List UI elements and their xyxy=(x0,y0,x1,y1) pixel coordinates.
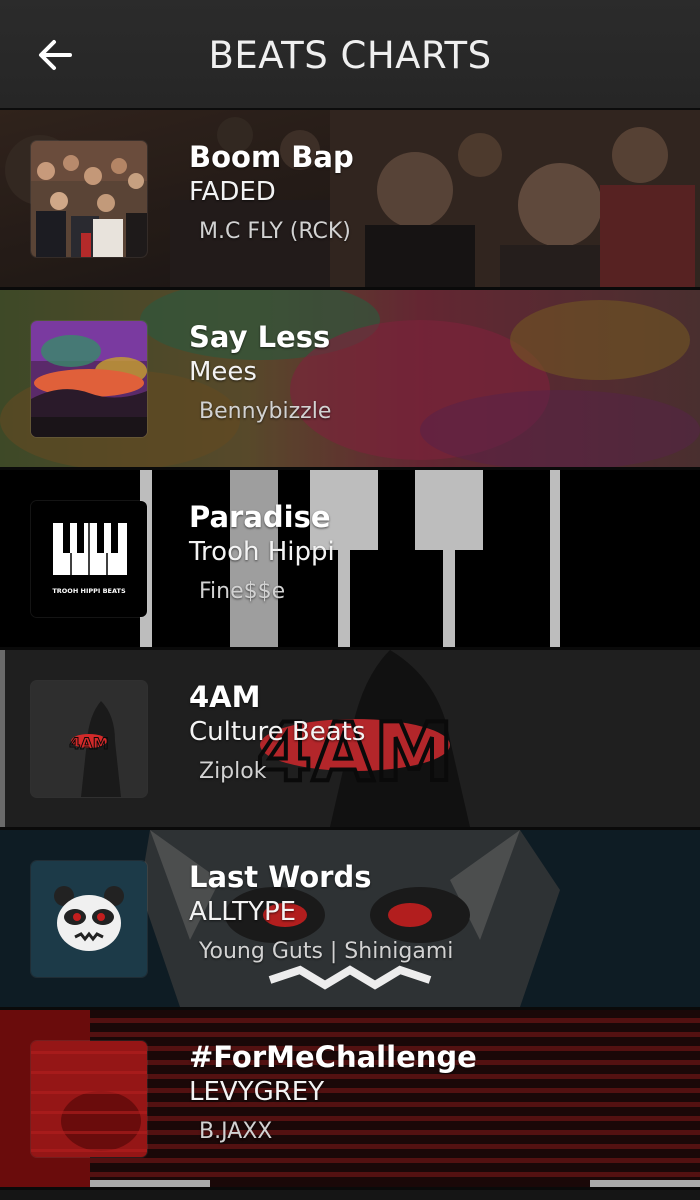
beat-producer: Bennybizzle xyxy=(199,399,332,424)
beat-row-boom-bap[interactable]: Boom Bap FADED M.C FLY (RCK) xyxy=(0,110,700,290)
beats-charts-screen: BEATS CHARTS Boom Bap FADED M.C FLY (RCK… xyxy=(0,0,700,1200)
beat-row-paradise[interactable]: TROOH HIPPI BEATS Paradise Trooh Hippi F… xyxy=(0,470,700,650)
cover-label: TROOH HIPPI BEATS xyxy=(52,587,126,595)
beat-artist: Mees xyxy=(189,357,257,387)
page-title: BEATS CHARTS xyxy=(208,34,492,77)
beat-title: Say Less xyxy=(189,320,331,354)
beat-artist: Culture Beats xyxy=(189,717,366,747)
piano-keys-cover: TROOH HIPPI BEATS xyxy=(31,501,147,617)
beats-list: Boom Bap FADED M.C FLY (RCK) Say Less Me… xyxy=(0,110,700,1190)
beat-artist: Trooh Hippi xyxy=(189,537,335,567)
angry-panda-cover xyxy=(31,861,147,977)
beat-producer: Fine$$e xyxy=(199,579,286,604)
beat-producer: M.C FLY (RCK) xyxy=(199,219,351,244)
mobster-collage-cover xyxy=(31,141,147,257)
beat-producer: Young Guts | Shinigami xyxy=(199,939,454,964)
beat-row-last-words[interactable]: Last Words ALLTYPE Young Guts | Shinigam… xyxy=(0,830,700,1010)
beat-title: Last Words xyxy=(189,860,372,894)
beat-title: 4AM xyxy=(189,680,261,714)
red-glitch-cover xyxy=(31,1041,147,1157)
beat-title: Paradise xyxy=(189,500,331,534)
beat-artist: ALLTYPE xyxy=(189,897,297,927)
beat-row-4am[interactable]: 4AM 4AM 4AM Culture Beats Ziplok xyxy=(0,650,700,830)
beat-row-say-less[interactable]: Say Less Mees Bennybizzle xyxy=(0,290,700,470)
beat-artist: LEVYGREY xyxy=(189,1077,325,1107)
beat-producer: Ziplok xyxy=(199,759,267,784)
beat-title: Boom Bap xyxy=(189,140,354,174)
neon-landscape-cover xyxy=(31,321,147,437)
4am-hooded-figure-cover: 4AM xyxy=(31,681,147,797)
top-bar: BEATS CHARTS xyxy=(0,0,700,110)
svg-text:4AM: 4AM xyxy=(69,734,108,753)
beat-row-formechallenge[interactable]: #ForMeChallenge LEVYGREY B.JAXX xyxy=(0,1010,700,1190)
beat-title: #ForMeChallenge xyxy=(189,1040,477,1074)
beat-artist: FADED xyxy=(189,177,276,207)
beat-producer: B.JAXX xyxy=(199,1119,273,1144)
